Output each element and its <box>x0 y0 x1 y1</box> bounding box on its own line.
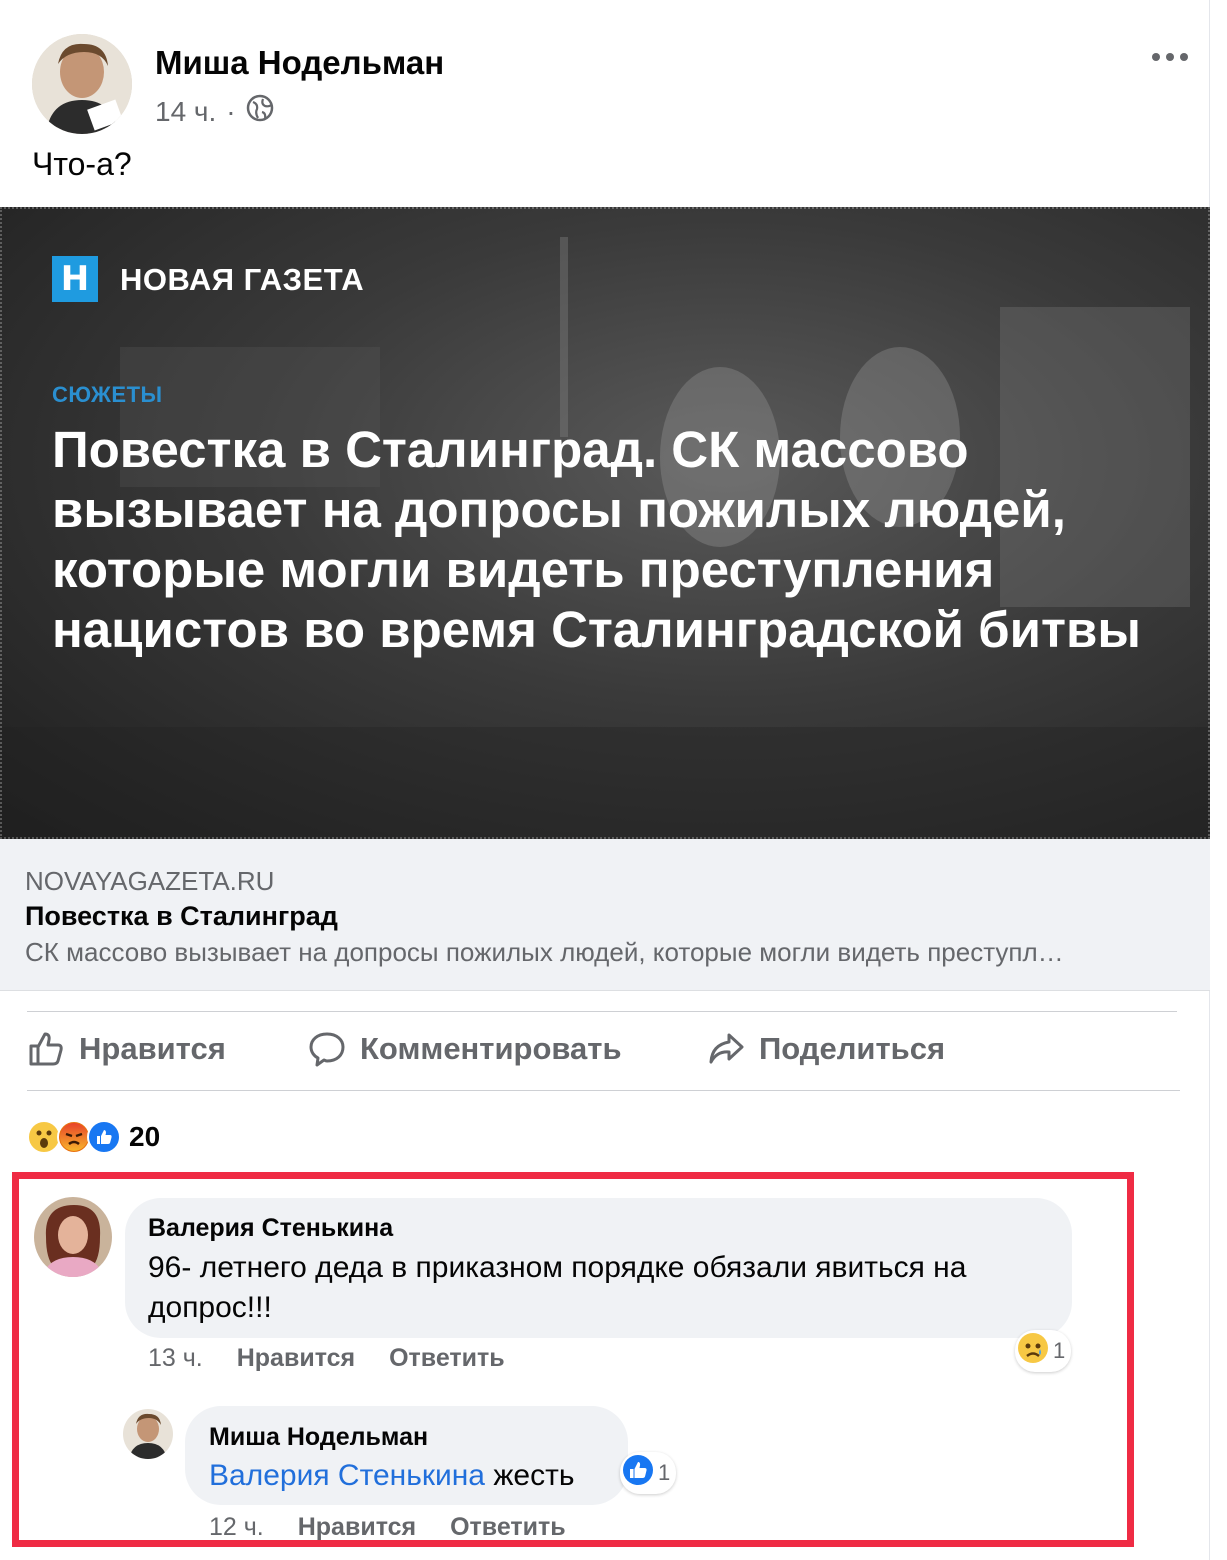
link-domain: NOVAYAGAZETA.RU <box>25 866 275 896</box>
reply-actions: 12 ч. Нравится Ответить <box>209 1513 566 1542</box>
reactions-count: 20 <box>129 1121 161 1152</box>
comment-actions: 13 ч. Нравится Ответить <box>148 1344 505 1373</box>
comment-like-link[interactable]: Нравится <box>237 1344 355 1373</box>
image-headline: Повестка в Сталинград. СК массово вызыва… <box>52 421 1141 658</box>
author-avatar[interactable] <box>32 34 132 134</box>
section-label: СЮЖЕТЫ <box>52 382 163 407</box>
reply-body: жесть <box>485 1459 575 1492</box>
post-text: Что-а? <box>32 146 132 182</box>
comment-label: Комментировать <box>360 1031 622 1066</box>
comment-author[interactable]: Валерия Стенькина <box>148 1214 393 1243</box>
like-icon <box>87 1120 121 1154</box>
reactions-summary[interactable]: 20 <box>27 1120 160 1154</box>
reply-text: Валерия Стенькина жесть <box>209 1456 574 1496</box>
comment-reaction-count: 1 <box>1053 1338 1066 1363</box>
divider-top <box>27 1011 1177 1012</box>
comment-text: 96- летнего деда в приказном порядке обя… <box>148 1251 967 1324</box>
post-meta: 14 ч. · <box>155 94 274 129</box>
post-time[interactable]: 14 ч. <box>155 96 216 128</box>
reply-mention[interactable]: Валерия Стенькина <box>209 1459 485 1492</box>
comment-reaction[interactable]: 1 <box>1015 1330 1072 1372</box>
like-icon <box>622 1454 654 1492</box>
globe-icon <box>246 94 274 129</box>
share-label: Поделиться <box>759 1031 946 1066</box>
comment-button[interactable]: Комментировать <box>308 1030 622 1068</box>
publisher-name: НОВАЯ ГАЗЕТА <box>120 262 365 297</box>
reply-avatar[interactable] <box>123 1409 173 1459</box>
post-card: Миша Нодельман 14 ч. · Что-а? Н НОВАЯ ГА… <box>0 0 1210 1560</box>
link-description: СК массово вызывает на допросы пожилых л… <box>25 937 1064 967</box>
divider-bottom <box>27 1090 1180 1091</box>
reply-author[interactable]: Миша Нодельман <box>209 1423 428 1452</box>
link-title[interactable]: Повестка в Сталинград <box>25 901 338 932</box>
meta-separator: · <box>226 95 236 127</box>
more-options-icon[interactable] <box>1150 42 1190 72</box>
wow-icon <box>27 1120 61 1154</box>
comment-bubble-icon <box>308 1030 346 1068</box>
reply-reply-link[interactable]: Ответить <box>450 1513 566 1542</box>
comment-time[interactable]: 13 ч. <box>148 1344 203 1373</box>
angry-icon <box>57 1120 91 1154</box>
commenter-avatar[interactable] <box>34 1197 112 1277</box>
reply-reaction-count: 1 <box>658 1460 671 1485</box>
novaya-gazeta-logo-icon: Н <box>52 256 98 302</box>
reply-like-link[interactable]: Нравится <box>298 1513 416 1542</box>
reply-time[interactable]: 12 ч. <box>209 1513 264 1542</box>
reply-reaction[interactable]: 1 <box>620 1452 677 1494</box>
like-button[interactable]: Нравится <box>27 1030 226 1068</box>
author-name[interactable]: Миша Нодельман <box>155 44 444 82</box>
comment-reply-link[interactable]: Ответить <box>389 1344 505 1373</box>
share-arrow-icon <box>707 1030 745 1068</box>
like-label: Нравится <box>79 1031 226 1066</box>
sad-icon <box>1017 1332 1049 1370</box>
share-button[interactable]: Поделиться <box>707 1030 945 1068</box>
thumbs-up-icon <box>27 1030 65 1068</box>
